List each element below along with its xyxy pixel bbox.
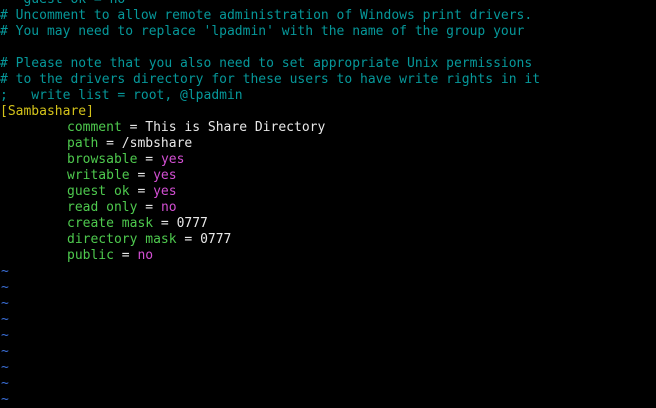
param-line: browsable = yes — [0, 152, 656, 168]
empty-line-marker: ~ — [1, 280, 9, 295]
param-key: comment — [67, 120, 122, 135]
param-value: 0777 — [176, 216, 208, 231]
param-key: guest ok — [67, 184, 130, 199]
param-equals: = — [153, 216, 177, 231]
empty-line-marker: ~ — [1, 376, 9, 391]
comment-text: # to the drivers directory for these use… — [0, 72, 541, 87]
section-header-line: [Sambashare] — [0, 104, 656, 120]
comment-line: # to the drivers directory for these use… — [0, 72, 656, 88]
param-equals: = — [137, 152, 161, 167]
empty-line-marker: ~ — [1, 328, 9, 343]
param-equals: = — [176, 232, 201, 247]
comment-line: ; write list = root, @lpadmin — [0, 88, 656, 104]
empty-line-marker: ~ — [1, 264, 9, 279]
param-key: directory mask — [67, 232, 177, 247]
param-value: no — [160, 200, 177, 215]
param-line: public = no — [0, 248, 656, 264]
param-key: create mask — [67, 216, 154, 231]
param-value: no — [137, 248, 154, 263]
comment-text: ; write list = root, @lpadmin — [0, 88, 243, 103]
comment-text: guest ok = no — [0, 0, 125, 8]
param-key: public — [67, 248, 114, 263]
param-equals: = — [98, 136, 122, 151]
empty-line-marker: ~ — [1, 392, 9, 407]
param-line: read only = no — [0, 200, 656, 216]
comment-text: # Please note that you also need to set … — [0, 56, 533, 71]
empty-line-marker: ~ — [1, 360, 9, 375]
param-line: directory mask = 0777 — [0, 232, 656, 248]
param-equals: = — [121, 120, 146, 135]
param-equals: = — [113, 248, 138, 263]
empty-line-marker: ~ — [1, 344, 9, 359]
param-line: path = /smbshare — [0, 136, 656, 152]
param-key: read only — [67, 200, 138, 215]
param-line: writable = yes — [0, 168, 656, 184]
empty-line-marker: ~ — [1, 296, 9, 311]
param-value: /smbshare — [121, 136, 193, 151]
vim-editor-buffer[interactable]: guest ok = no # Uncomment to allow remot… — [0, 0, 656, 408]
param-line: guest ok = yes — [0, 184, 656, 200]
comment-line: guest ok = no — [0, 0, 656, 8]
param-equals: = — [129, 184, 154, 199]
param-value: yes — [160, 152, 185, 167]
param-key: writable — [67, 168, 130, 183]
comment-text: # You may need to replace 'lpadmin' with… — [0, 24, 525, 39]
param-equals: = — [137, 200, 161, 215]
comment-text: # Uncomment to allow remote administrati… — [0, 8, 533, 23]
param-key: path — [67, 136, 99, 151]
param-key: browsable — [67, 152, 138, 167]
comment-line: # Please note that you also need to set … — [0, 56, 656, 72]
param-equals: = — [129, 168, 154, 183]
param-value: This is Share Directory — [145, 120, 326, 135]
param-line: create mask = 0777 — [0, 216, 656, 232]
section-header: [Sambashare] — [0, 104, 94, 119]
param-value: yes — [153, 168, 177, 183]
param-value: yes — [153, 184, 177, 199]
empty-line-marker: ~ — [1, 312, 9, 327]
comment-line: # Uncomment to allow remote administrati… — [0, 8, 656, 24]
param-line: comment = This is Share Directory — [0, 120, 656, 136]
param-value: 0777 — [200, 232, 232, 247]
comment-line: # You may need to replace 'lpadmin' with… — [0, 24, 656, 40]
